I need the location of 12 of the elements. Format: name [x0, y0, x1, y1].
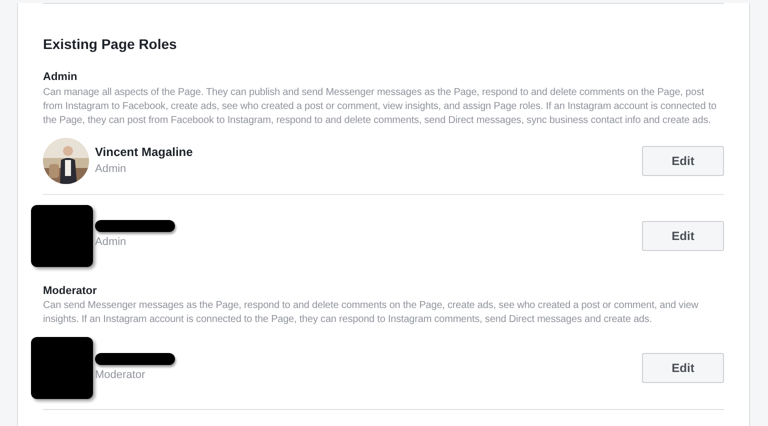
- role-title: Moderator: [43, 284, 98, 298]
- member-role: Admin: [95, 162, 128, 178]
- edit-button[interactable]: Edit: [642, 353, 724, 383]
- member-role: Admin: [95, 235, 128, 250]
- edit-button[interactable]: Edit: [642, 220, 724, 250]
- role-description: Can manage all aspects of the Page. They can publish and send Messenger messages as the Page, respond to and delete comments on the Page, post from Instagram to Facebook, create ads, see who created a post or comment, view insights, and assign Page roles. If an Instagram account is connected to the Page, they can post from Facebook to Instagram, respond to and delete comments, send Direct messages, sync business contact info and create ads.: [43, 86, 718, 128]
- member-role: Moderator: [95, 368, 146, 383]
- role-description: Can send Messenger messages as the Page, respond to and delete comments on the Page, create ads, see who created a post or comment, and view insights. If an Instagram account is connected to the Page, they can respond to Instagram comments, send Direct messages and create ads.: [43, 299, 700, 327]
- edit-button[interactable]: Edit: [642, 146, 724, 176]
- section-title: Existing Page Roles: [43, 35, 178, 54]
- role-title: Admin: [43, 70, 78, 85]
- member-name: Vincent Magaline: [95, 144, 194, 162]
